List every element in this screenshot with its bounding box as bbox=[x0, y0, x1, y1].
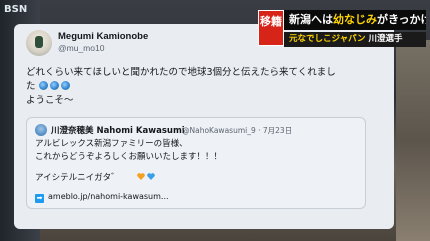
tweet-line-2: た bbox=[26, 80, 376, 94]
telop-badge: 移籍 bbox=[258, 10, 284, 46]
tweet-line-3: ようこそ〜 bbox=[26, 95, 74, 106]
station-logo: BSN bbox=[4, 4, 28, 15]
quoted-text: アルビレックス新潟ファミリーの皆様、 これからどうぞよろしくお願いいたします！！… bbox=[35, 138, 355, 164]
tweet-line-1: どれくらい来てほしいと聞かれたので地球3個分と伝えたら来てくれまし bbox=[26, 67, 336, 78]
author-handle[interactable]: @mu_mo10 bbox=[58, 43, 104, 53]
tweet-line-2-text: た bbox=[26, 81, 36, 92]
quoted-tweet[interactable]: 川澄奈穂美 Nahomi Kawasumi @NahoKawasumi_9 · … bbox=[26, 117, 366, 209]
telop-sub-highlight: 元なでしこジャパン bbox=[289, 34, 366, 44]
quoted-line-1: アルビレックス新潟ファミリーの皆様、 bbox=[35, 139, 188, 149]
quoted-avatar[interactable] bbox=[35, 124, 47, 136]
globe-icon bbox=[38, 81, 48, 90]
arrow-right-icon: ➡ bbox=[35, 194, 44, 203]
globe-icon bbox=[60, 81, 70, 90]
author-name[interactable]: Megumi Kamionobe bbox=[58, 31, 148, 42]
quoted-author-handle: @NahoKawasumi_9 · 7月23日 bbox=[182, 126, 293, 135]
telop-headline-post: がきっかけ bbox=[377, 13, 426, 26]
avatar[interactable] bbox=[26, 30, 52, 56]
quoted-link[interactable]: ➡ ameblo.jp/nahomi-kawasum... bbox=[35, 192, 169, 203]
quoted-line-3: アイシテルニイガタ゛ bbox=[35, 173, 120, 183]
tweet-body: どれくらい来てほしいと聞かれたので地球3個分と伝えたら来てくれまし た ようこそ… bbox=[26, 66, 376, 108]
quoted-line-2: これからどうぞよろしくお願いいたします！！！ bbox=[35, 152, 223, 162]
blue-heart-icon bbox=[147, 173, 155, 180]
telop-subline: 元なでしこジャパン 川澄選手 bbox=[284, 32, 426, 47]
background-right bbox=[396, 40, 430, 241]
telop-headline: 新潟へは幼なじみがきっかけ bbox=[284, 10, 426, 30]
telop-headline-pre: 新潟へは bbox=[289, 13, 333, 26]
link-text[interactable]: ameblo.jp/nahomi-kawasum... bbox=[48, 192, 169, 201]
globe-icon bbox=[49, 81, 59, 90]
quoted-author-name[interactable]: 川澄奈穂美 Nahomi Kawasumi bbox=[51, 124, 185, 136]
telop-sub-post: 川澄選手 bbox=[368, 34, 403, 44]
orange-heart-icon bbox=[137, 173, 145, 180]
telop-headline-highlight: 幼なじみ bbox=[333, 13, 377, 26]
